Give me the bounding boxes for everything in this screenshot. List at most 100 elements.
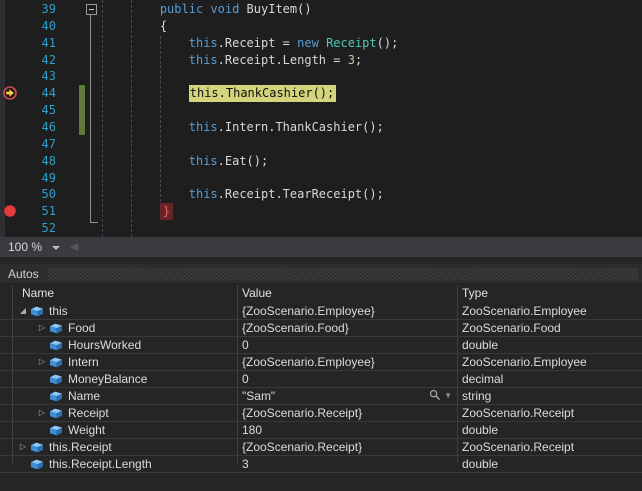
code-token: this — [189, 154, 218, 168]
collapsed-expander-icon[interactable]: ▷ — [37, 405, 47, 421]
line-number: 47 — [18, 136, 56, 153]
breakpoint-icon[interactable] — [3, 204, 17, 218]
code-line-42[interactable]: this.Receipt.Length = 3; — [189, 52, 362, 69]
code-token: { — [160, 19, 167, 33]
column-header-type[interactable]: Type — [462, 284, 488, 303]
value-cell[interactable]: 0 — [242, 337, 452, 353]
value-inspect-control[interactable]: ▼ — [429, 389, 452, 401]
autos-row[interactable]: MoneyBalance 0 decimal — [0, 371, 642, 388]
autos-row[interactable]: ▷ Food {ZooScenario.Food} ZooScenario.Food — [0, 320, 642, 337]
code-line-41[interactable]: this.Receipt = new Receipt(); — [189, 35, 399, 52]
editor-edge — [0, 0, 5, 237]
value-cell[interactable]: 0 — [242, 371, 452, 387]
type-cell: ZooScenario.Food — [462, 320, 640, 336]
property-icon — [30, 442, 44, 453]
code-token: .Receipt.Length = — [218, 53, 348, 67]
type-cell: string — [462, 388, 640, 404]
type-cell: ZooScenario.Receipt — [462, 405, 640, 421]
code-token: BuyItem() — [239, 2, 311, 16]
value-cell[interactable]: {ZooScenario.Food} — [242, 320, 452, 336]
line-number: 48 — [18, 153, 56, 170]
collapsed-expander-icon[interactable]: ▷ — [37, 320, 47, 336]
code-line-39[interactable]: public void BuyItem() — [160, 1, 312, 18]
property-icon — [49, 408, 63, 419]
line-number: 49 — [18, 170, 56, 187]
variable-name: this.Receipt — [49, 439, 112, 455]
autos-row[interactable]: ▷this.Receipt{ZooScenario.Receipt}ZooSce… — [0, 439, 642, 456]
collapsed-expander-icon[interactable]: ▷ — [37, 354, 47, 370]
magnifier-icon[interactable] — [429, 389, 441, 401]
collapsed-expander-icon[interactable]: ▷ — [18, 439, 28, 455]
code-line-51[interactable]: } — [160, 203, 173, 220]
autos-row[interactable]: ▷ Intern {ZooScenario.Employee} ZooScenario… — [0, 354, 642, 371]
autos-row[interactable]: Weight 180 double — [0, 422, 642, 439]
line-number: 46 — [18, 119, 56, 136]
code-token: this — [189, 120, 218, 134]
code-line-40[interactable]: { — [160, 18, 167, 35]
code-line-44[interactable]: this.ThankCashier(); — [189, 85, 337, 102]
variable-name: Food — [68, 320, 95, 336]
panel-divider — [0, 257, 642, 264]
autos-row[interactable]: ▷Receipt{ZooScenario.Receipt} ZooScenario… — [0, 405, 642, 422]
autos-row[interactable]: ◢this{ZooScenario.Employee}ZooScenario.E… — [0, 303, 642, 320]
name-cell: MoneyBalance — [0, 371, 273, 387]
value-cell[interactable]: "Sam" — [242, 388, 452, 404]
code-line-48[interactable]: this.Eat(); — [189, 153, 268, 170]
value-cell[interactable]: {ZooScenario.Employee} — [242, 354, 452, 370]
vs-debug-window: 3940414243444546474849505152 public void… — [0, 0, 642, 491]
type-cell: double — [462, 422, 640, 438]
property-icon — [49, 323, 63, 334]
autos-row[interactable]: Name"Sam"▼ string — [0, 388, 642, 405]
chevron-down-icon[interactable]: ▼ — [444, 391, 452, 400]
indent-guide — [160, 36, 161, 202]
line-number: 44 — [18, 85, 56, 102]
value-cell[interactable]: 3 — [242, 456, 452, 472]
line-number: 41 — [18, 35, 56, 52]
property-icon — [49, 357, 63, 368]
variable-name: Intern — [68, 354, 99, 370]
line-number: 45 — [18, 102, 56, 119]
value-cell[interactable]: {ZooScenario.Employee} — [242, 303, 452, 319]
type-cell: ZooScenario.Employee — [462, 354, 640, 370]
autos-titlebar[interactable]: Autos — [0, 264, 642, 283]
code-line-46[interactable]: this.Intern.ThankCashier(); — [189, 119, 384, 136]
type-cell: decimal — [462, 371, 640, 387]
value-cell[interactable]: {ZooScenario.Receipt} — [242, 405, 452, 421]
value-cell[interactable]: 180 — [242, 422, 452, 438]
line-number: 39 — [18, 1, 56, 18]
line-number: 40 — [18, 18, 56, 35]
current-statement-arrow-icon[interactable] — [3, 86, 17, 100]
scroll-left-button[interactable]: ◀ — [70, 240, 78, 254]
autos-row[interactable]: this.Receipt.Length3double — [0, 456, 642, 473]
collapse-region-icon[interactable] — [86, 4, 97, 15]
column-header-name[interactable]: Name — [22, 284, 54, 303]
name-cell: this.Receipt.Length — [0, 456, 254, 472]
outline-guide — [90, 15, 98, 223]
code-token: Receipt — [326, 36, 377, 50]
code-token: void — [210, 2, 239, 16]
variable-name: HoursWorked — [68, 337, 141, 353]
code-token: 3 — [348, 53, 355, 67]
name-cell: Name — [0, 388, 273, 404]
code-line-50[interactable]: this.Receipt.TearReceipt(); — [189, 186, 384, 203]
property-icon — [49, 425, 63, 436]
autos-title: Autos — [8, 266, 39, 282]
name-cell: ▷Receipt — [0, 405, 273, 421]
line-number: 51 — [18, 203, 56, 220]
indent-guide — [102, 0, 103, 237]
expanded-expander-icon[interactable]: ◢ — [18, 303, 28, 319]
autos-row[interactable]: HoursWorked0double — [0, 337, 642, 354]
name-cell: Weight — [0, 422, 273, 438]
column-header-value[interactable]: Value — [242, 284, 272, 303]
code-editor[interactable]: 3940414243444546474849505152 public void… — [0, 0, 642, 237]
code-token: this — [189, 36, 218, 50]
property-icon — [49, 374, 63, 385]
variable-name: Weight — [68, 422, 105, 438]
variable-name: MoneyBalance — [68, 371, 147, 387]
code-token: new — [297, 36, 319, 50]
code-token: .Eat(); — [218, 154, 269, 168]
value-cell[interactable]: {ZooScenario.Receipt} — [242, 439, 452, 455]
property-icon — [49, 340, 63, 351]
code-token — [319, 36, 326, 50]
grid-header: Name Value Type — [0, 284, 642, 303]
